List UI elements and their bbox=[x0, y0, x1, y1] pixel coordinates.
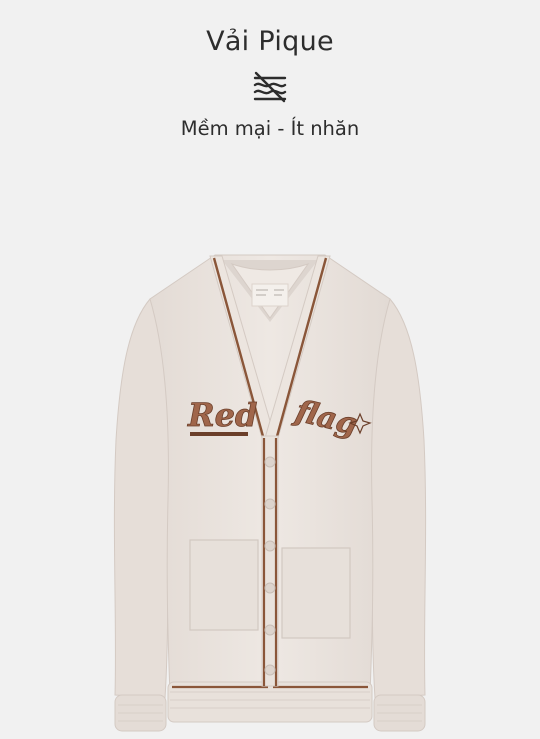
cardigan-product-image: Red flag bbox=[113, 254, 427, 732]
placket bbox=[261, 435, 279, 687]
fabric-features: Mềm mại - Ít nhăn bbox=[180, 117, 360, 140]
fabric-title: Vải Pique bbox=[206, 26, 334, 57]
svg-text:Red: Red bbox=[187, 396, 257, 434]
embroidery-left: Red bbox=[187, 396, 258, 436]
left-pocket bbox=[189, 539, 259, 631]
wrinkle-free-fabric-icon bbox=[253, 71, 287, 103]
right-pocket bbox=[281, 547, 351, 639]
product-feature-page: Vải Pique Mềm mại - Ít nhăn Red flag bbox=[0, 0, 540, 739]
